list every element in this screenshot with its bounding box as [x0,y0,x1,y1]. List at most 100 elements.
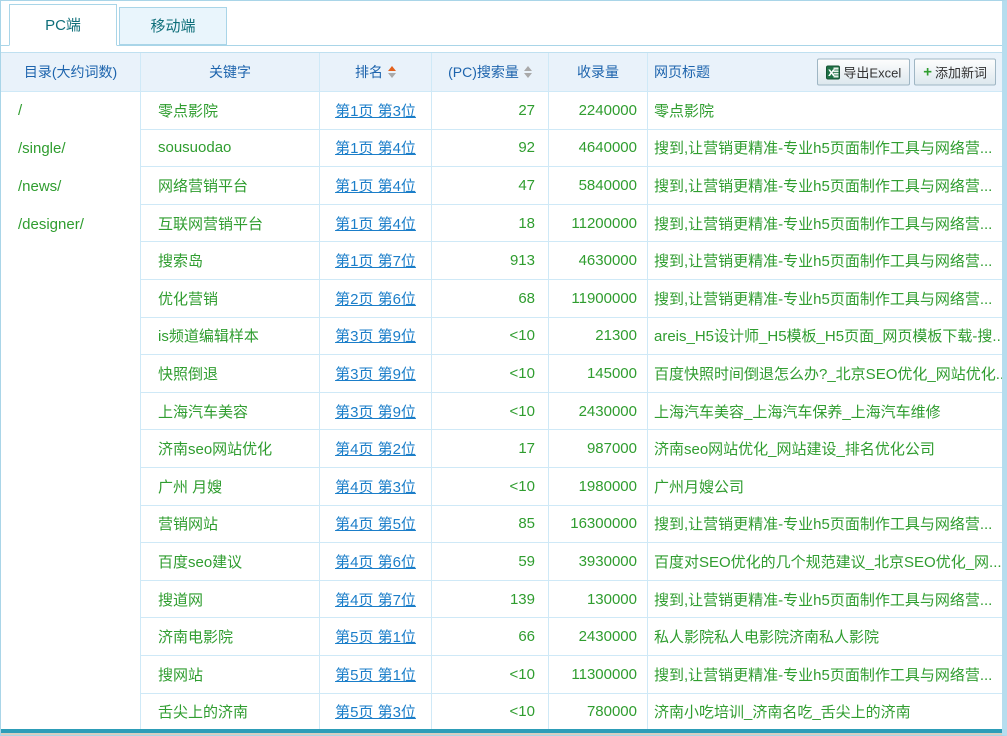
rank-link[interactable]: 第2页 第6位 [335,288,416,309]
sort-asc-icon [524,66,532,71]
plus-icon: + [923,65,932,80]
page-title-cell: 济南seo网站优化_网站建设_排名优化公司 [648,430,1002,467]
rank-link[interactable]: 第3页 第9位 [335,325,416,346]
export-excel-label: 导出Excel [843,63,901,82]
keyword-cell: 舌尖上的济南 [141,694,320,731]
table-row: 搜网站 第5页 第1位 <10 11300000 搜到,让营销更精准-专业h5页… [141,656,1002,694]
header-page-title-label: 网页标题 [654,62,710,82]
rank-link[interactable]: 第1页 第3位 [335,100,416,121]
page-title-cell: 搜到,让营销更精准-专业h5页面制作工具与网络营... [648,167,1002,204]
table-row: sousuodao 第1页 第4位 92 4640000 搜到,让营销更精准-专… [141,130,1002,168]
page-title-cell: 搜到,让营销更精准-专业h5页面制作工具与网络营... [648,506,1002,543]
rank-link[interactable]: 第5页 第3位 [335,701,416,722]
table-row: 广州 月嫂 第4页 第3位 <10 1980000 广州月嫂公司 [141,468,1002,506]
add-keyword-label: 添加新词 [935,63,987,82]
search-volume-cell: <10 [432,656,549,693]
header-search-volume: (PC)搜索量 [432,53,549,91]
page-title-cell: 搜到,让营销更精准-专业h5页面制作工具与网络营... [648,130,1002,167]
header-rank: 排名 [320,53,432,91]
tab-mobile[interactable]: 移动端 [119,7,227,45]
rank-link[interactable]: 第4页 第7位 [335,589,416,610]
keyword-cell: 广州 月嫂 [141,468,320,505]
table-row: 搜索岛 第1页 第7位 913 4630000 搜到,让营销更精准-专业h5页面… [141,242,1002,280]
page-title-cell: 济南小吃培训_济南名吃_舌尖上的济南 [648,694,1002,731]
keyword-cell: 零点影院 [141,92,320,129]
index-count-cell: 1980000 [549,468,648,505]
page-title-cell: areis_H5设计师_H5模板_H5页面_网页模板下载-搜... [648,318,1002,355]
keyword-cell: 百度seo建议 [141,543,320,580]
rank-link[interactable]: 第5页 第1位 [335,626,416,647]
sidebar-directory-item[interactable]: /single/ [1,130,140,168]
page-title-cell: 搜到,让营销更精准-专业h5页面制作工具与网络营... [648,656,1002,693]
index-count-cell: 2430000 [549,393,648,430]
page-title-cell: 百度快照时间倒退怎么办?_北京SEO优化_网站优化... [648,355,1002,392]
sidebar-directory-item[interactable]: / [1,92,140,130]
tabbar: PC端 移动端 [1,1,1002,46]
directory-sidebar: //single//news//designer/ [1,92,141,731]
page-title-cell: 搜到,让营销更精准-专业h5页面制作工具与网络营... [648,205,1002,242]
index-count-cell: 5840000 [549,167,648,204]
page-title-cell: 百度对SEO优化的几个规范建议_北京SEO优化_网... [648,543,1002,580]
index-count-cell: 3930000 [549,543,648,580]
keyword-cell: 济南电影院 [141,618,320,655]
index-count-cell: 2430000 [549,618,648,655]
rank-cell: 第3页 第9位 [320,318,432,355]
export-excel-button[interactable]: X 导出Excel [817,59,910,86]
rank-link[interactable]: 第3页 第9位 [335,401,416,422]
rank-link[interactable]: 第4页 第6位 [335,551,416,572]
table-row: 百度seo建议 第4页 第6位 59 3930000 百度对SEO优化的几个规范… [141,543,1002,581]
search-volume-cell: <10 [432,393,549,430]
sidebar-directory-item[interactable]: /designer/ [1,206,140,244]
rank-cell: 第4页 第7位 [320,581,432,618]
sort-rank-control[interactable] [388,66,396,78]
keyword-cell: is频道编辑样本 [141,318,320,355]
rank-link[interactable]: 第1页 第4位 [335,137,416,158]
keyword-cell: 营销网站 [141,506,320,543]
header-keyword: 关键字 [141,53,320,91]
index-count-cell: 987000 [549,430,648,467]
index-count-cell: 2240000 [549,92,648,129]
rank-cell: 第3页 第9位 [320,355,432,392]
index-count-cell: 780000 [549,694,648,731]
rank-link[interactable]: 第4页 第3位 [335,476,416,497]
table-row: 舌尖上的济南 第5页 第3位 <10 780000 济南小吃培训_济南名吃_舌尖… [141,694,1002,732]
keyword-table: 目录(大约词数) 关键字 排名 (PC)搜索量 收录量 网页标题 [1,52,1002,731]
header-directory: 目录(大约词数) [1,53,141,91]
rank-link[interactable]: 第1页 第4位 [335,213,416,234]
rank-link[interactable]: 第5页 第1位 [335,664,416,685]
rank-link[interactable]: 第4页 第5位 [335,513,416,534]
search-volume-cell: 92 [432,130,549,167]
tab-pc[interactable]: PC端 [9,4,117,46]
rank-cell: 第4页 第3位 [320,468,432,505]
index-count-cell: 4630000 [549,242,648,279]
add-keyword-button[interactable]: + 添加新词 [914,59,996,86]
sort-search-control[interactable] [524,66,532,78]
rank-link[interactable]: 第1页 第4位 [335,175,416,196]
rank-link[interactable]: 第3页 第9位 [335,363,416,384]
index-count-cell: 16300000 [549,506,648,543]
keyword-cell: 优化营销 [141,280,320,317]
table-rows: 零点影院 第1页 第3位 27 2240000 零点影院 sousuodao 第… [141,92,1002,731]
sort-desc-icon [524,73,532,78]
keyword-cell: 搜网站 [141,656,320,693]
index-count-cell: 11300000 [549,656,648,693]
search-volume-cell: 68 [432,280,549,317]
rank-cell: 第3页 第9位 [320,393,432,430]
rank-link[interactable]: 第1页 第7位 [335,250,416,271]
rank-cell: 第1页 第4位 [320,130,432,167]
bottom-edge-strip [1,733,1002,735]
search-volume-cell: <10 [432,318,549,355]
table-row: 优化营销 第2页 第6位 68 11900000 搜到,让营销更精准-专业h5页… [141,280,1002,318]
header-buttons: X 导出Excel + 添加新词 [817,59,996,86]
page-title-cell: 广州月嫂公司 [648,468,1002,505]
rank-link[interactable]: 第4页 第2位 [335,438,416,459]
table-row: 互联网营销平台 第1页 第4位 18 11200000 搜到,让营销更精准-专业… [141,205,1002,243]
rank-cell: 第1页 第4位 [320,167,432,204]
search-volume-cell: 59 [432,543,549,580]
keyword-cell: sousuodao [141,130,320,167]
page-title-cell: 零点影院 [648,92,1002,129]
page-title-cell: 搜到,让营销更精准-专业h5页面制作工具与网络营... [648,581,1002,618]
table-row: 济南seo网站优化 第4页 第2位 17 987000 济南seo网站优化_网站… [141,430,1002,468]
sidebar-directory-item[interactable]: /news/ [1,168,140,206]
search-volume-cell: 139 [432,581,549,618]
